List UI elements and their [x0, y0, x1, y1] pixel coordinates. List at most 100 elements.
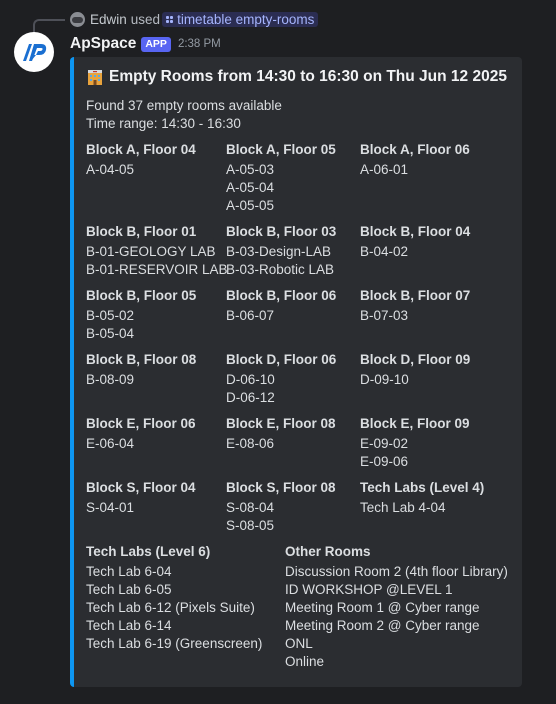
reply-connector: [33, 19, 65, 33]
room-name: B-04-02: [360, 244, 409, 259]
room-field: Block E, Floor 08 E-08-06: [226, 415, 336, 453]
room-name: B-03-Robotic LAB: [226, 262, 335, 277]
room-name: E-08-06: [226, 436, 275, 451]
room-field: Block B, Floor 05 B-05-02 B-05-04: [86, 287, 196, 343]
field-name: Block D, Floor 09: [360, 352, 471, 367]
field-name: Block E, Floor 08: [226, 416, 336, 431]
field-value: Tech Lab 6-04 Tech Lab 6-05 Tech Lab 6-12 …: [86, 563, 262, 653]
room-field: Block E, Floor 09 E-09-02 E-09-06: [360, 415, 470, 471]
apspace-logo-icon: [23, 44, 47, 61]
room-field: Block B, Floor 04 B-04-02: [360, 223, 470, 261]
bot-avatar[interactable]: [14, 32, 54, 72]
room-name: S-08-05: [226, 518, 275, 533]
user-avatar-small[interactable]: [70, 11, 85, 27]
room-name: B-03-Design-LAB: [226, 244, 332, 259]
field-name: Other Rooms: [285, 544, 371, 559]
reply-username[interactable]: Edwin: [90, 12, 127, 27]
field-name: Block B, Floor 07: [360, 288, 471, 303]
field-value: B-04-02: [360, 243, 470, 261]
room-field: Block A, Floor 04 A-04-05: [86, 141, 196, 179]
field-name: Block B, Floor 05: [86, 288, 197, 303]
room-name: B-08-09: [86, 372, 135, 387]
room-name: B-05-02: [86, 308, 135, 323]
slash-command-chip[interactable]: timetable empty-rooms: [162, 11, 319, 27]
room-field: Block B, Floor 03 B-03-Design-LAB B-03-Rob…: [226, 223, 336, 279]
command-icon: [166, 15, 174, 23]
room-field: Block B, Floor 08 B-08-09: [86, 351, 196, 389]
field-name: Block B, Floor 06: [226, 288, 337, 303]
field-name: Block B, Floor 08: [86, 352, 197, 367]
room-name: Meeting Room 1 @ Cyber range: [285, 600, 480, 615]
room-field: Other Rooms Discussion Room 2 (4th floor …: [285, 543, 508, 671]
room-name: D-09-10: [360, 372, 409, 387]
field-value: E-06-04: [86, 435, 196, 453]
room-name: E-06-04: [86, 436, 135, 451]
field-name: Block E, Floor 06: [86, 416, 196, 431]
room-field: Block A, Floor 05 A-05-03 A-05-04 A-05-05: [226, 141, 336, 215]
field-name: Block E, Floor 09: [360, 416, 470, 431]
room-name: Tech Lab 6-04: [86, 564, 172, 579]
room-name: Tech Lab 6-05: [86, 582, 172, 597]
summary-count: Found 37 empty rooms available: [86, 98, 282, 113]
field-value: A-05-03 A-05-04 A-05-05: [226, 161, 336, 215]
field-name: Block D, Floor 06: [226, 352, 337, 367]
embed-title-text: Empty Rooms from 14:30 to 16:30 on Thu J…: [109, 68, 507, 85]
room-field: Block D, Floor 06 D-06-10 D-06-12: [226, 351, 336, 407]
command-name: timetable empty-rooms: [177, 11, 315, 27]
bot-username[interactable]: ApSpace: [70, 35, 136, 53]
room-name: B-06-07: [226, 308, 275, 323]
field-value: S-04-01: [86, 499, 196, 517]
room-name: Meeting Room 2 @ Cyber range: [285, 618, 480, 633]
room-name: D-06-10: [226, 372, 275, 387]
field-value: A-04-05: [86, 161, 196, 179]
room-name: Tech Lab 4-04: [360, 500, 446, 515]
room-field: Block A, Floor 06 A-06-01: [360, 141, 470, 179]
field-name: Tech Labs (Level 6): [86, 544, 211, 559]
field-value: D-06-10 D-06-12: [226, 371, 336, 407]
hotel-icon: [88, 70, 102, 85]
field-name: Block B, Floor 03: [226, 224, 337, 239]
field-value: Tech Lab 4-04: [360, 499, 484, 517]
room-field: Block B, Floor 07 B-07-03: [360, 287, 470, 325]
room-name: Tech Lab 6-12 (Pixels Suite): [86, 600, 255, 615]
room-name: A-05-04: [226, 180, 275, 195]
room-field: Block S, Floor 04 S-04-01: [86, 479, 196, 517]
field-name: Block A, Floor 05: [226, 142, 336, 157]
room-name: Tech Lab 6-14: [86, 618, 172, 633]
field-value: S-08-04 S-08-05: [226, 499, 336, 535]
room-field: Tech Labs (Level 6) Tech Lab 6-04 Tech Lab…: [86, 543, 262, 653]
room-name: Discussion Room 2 (4th floor Library): [285, 564, 508, 579]
message-header: ApSpace APP 2:38 PM: [70, 33, 221, 55]
field-value: B-05-02 B-05-04: [86, 307, 196, 343]
field-value: B-07-03: [360, 307, 470, 325]
app-badge: APP: [141, 36, 171, 52]
room-name: B-01-GEOLOGY LAB: [86, 244, 216, 259]
message-timestamp[interactable]: 2:38 PM: [178, 38, 221, 50]
room-name: ID WORKSHOP @LEVEL 1: [285, 582, 453, 597]
room-field: Block S, Floor 08 S-08-04 S-08-05: [226, 479, 336, 535]
field-value: B-01-GEOLOGY LAB B-01-RESERVOIR LAB: [86, 243, 228, 279]
field-name: Block B, Floor 04: [360, 224, 471, 239]
room-name: Online: [285, 654, 325, 669]
field-value: B-03-Design-LAB B-03-Robotic LAB: [226, 243, 336, 279]
command-reply-header[interactable]: Edwin used timetable empty-rooms: [70, 10, 319, 28]
room-name: A-04-05: [86, 162, 135, 177]
room-field: Block D, Floor 09 D-09-10: [360, 351, 470, 389]
room-name: A-05-05: [226, 198, 275, 213]
field-name: Block S, Floor 08: [226, 480, 336, 495]
room-name: E-09-06: [360, 454, 409, 469]
field-value: Discussion Room 2 (4th floor Library) ID …: [285, 563, 508, 671]
room-name: ONL: [285, 636, 313, 651]
room-field: Block E, Floor 06 E-06-04: [86, 415, 196, 453]
room-name: B-05-04: [86, 326, 135, 341]
field-value: A-06-01: [360, 161, 470, 179]
room-name: A-05-03: [226, 162, 275, 177]
field-value: B-08-09: [86, 371, 196, 389]
room-name: E-09-02: [360, 436, 409, 451]
field-value: E-09-02 E-09-06: [360, 435, 470, 471]
room-name: S-08-04: [226, 500, 275, 515]
room-field: Block B, Floor 01 B-01-GEOLOGY LAB B-01-RE…: [86, 223, 228, 279]
room-name: B-07-03: [360, 308, 409, 323]
field-name: Block S, Floor 04: [86, 480, 196, 495]
field-name: Tech Labs (Level 4): [360, 480, 485, 495]
